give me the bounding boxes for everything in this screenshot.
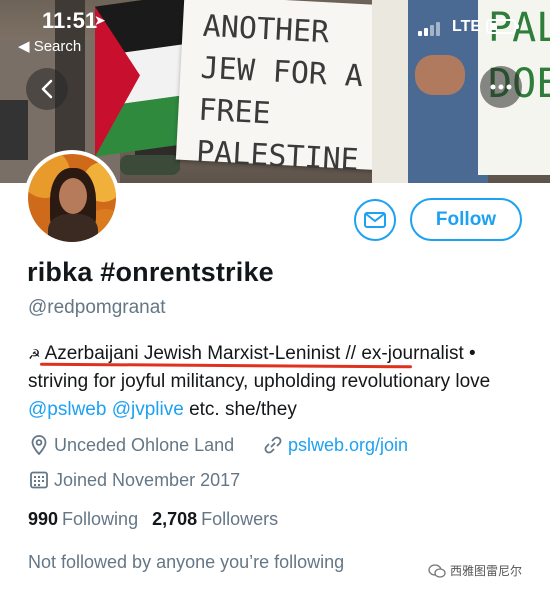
joined-text: Joined November 2017 [54,469,241,490]
mention-link-pslweb[interactable]: @pslweb [28,399,106,420]
envelope-icon [364,212,386,228]
hammer-sickle-icon: ☭ [28,346,41,362]
following-label: Following [62,509,139,529]
location-text: Unceded Ohlone Land [54,434,235,455]
back-to-search-link[interactable]: ◀ Search [18,37,81,55]
followers-count: 2,708 [152,509,198,529]
chevron-left-icon [41,79,53,99]
signal-strength-icon [418,22,446,36]
profile-location: Unceded Ohlone Land [28,434,234,456]
bio-text: Azerbaijani Jewish Marxist-Leninist // e… [28,343,491,392]
watermark: 西雅图雷尼尔 [428,562,522,579]
more-dots-icon [490,84,512,90]
follow-stats: 990 Following 2,708 Followers [28,509,278,530]
bio-text-end: etc. she/they [183,399,297,420]
location-pin-icon [28,434,50,456]
followers-label: Followers [201,509,279,529]
status-time: 11:51 [42,8,98,33]
profile-handle: @redpomgranat [28,297,166,318]
link-icon [262,434,284,456]
calendar-icon [28,469,50,491]
profile-website[interactable]: pslweb.org/join [262,434,408,456]
profile-avatar[interactable] [24,150,120,246]
watermark-text: 西雅图雷尼尔 [450,564,523,578]
follow-button[interactable]: Follow [410,198,522,241]
following-count: 990 [28,509,59,529]
message-button[interactable] [354,199,396,241]
mention-link-jvplive[interactable]: @jvplive [112,399,184,420]
profile-joined-date: Joined November 2017 [28,469,240,491]
wechat-icon [428,563,446,578]
website-link[interactable]: pslweb.org/join [288,435,408,456]
profile-display-name: ribka #onrentstrike [27,257,274,287]
banner-hand [415,55,465,95]
status-bar: 11:51 ➤ ◀ Search LTE [0,0,550,60]
carrier-label: LTE [452,18,482,35]
following-stat[interactable]: 990 Following [28,509,138,529]
back-button[interactable] [26,68,68,110]
profile-bio: ☭ Azerbaijani Jewish Marxist-Leninist // … [28,340,533,424]
banner-shoe [120,155,180,175]
location-arrow-icon: ➤ [94,12,106,28]
banner-person-left [0,100,28,160]
mutual-followers-note: Not followed by anyone you’re following [28,552,345,572]
followers-stat[interactable]: 2,708 Followers [152,509,278,529]
battery-icon [486,19,519,34]
more-options-button[interactable] [480,66,522,108]
